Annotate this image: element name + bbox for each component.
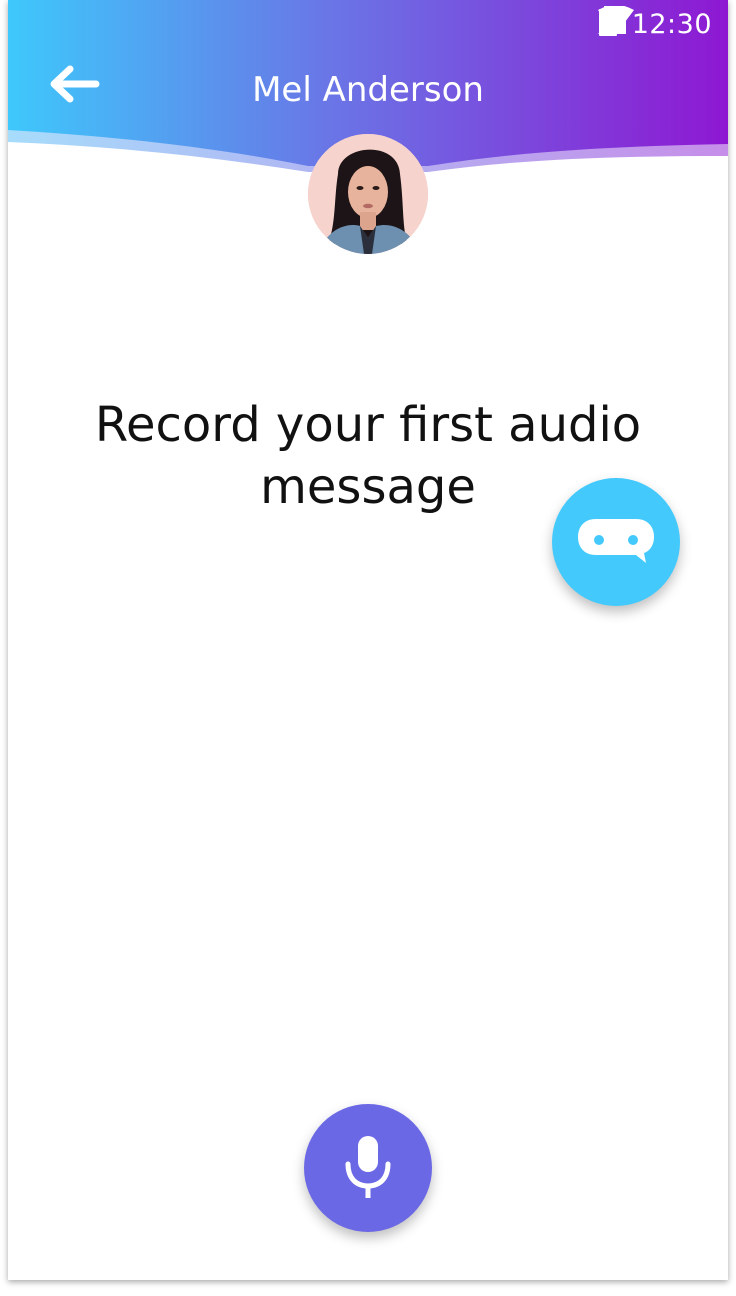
contact-name: Mel Anderson xyxy=(252,70,484,110)
avatar[interactable] xyxy=(308,134,428,254)
status-bar: 12:30 xyxy=(8,0,728,48)
microphone-icon xyxy=(342,1134,394,1202)
avatar-photo xyxy=(308,134,428,254)
prompt-line-1: Record your first audio xyxy=(94,397,642,453)
phone-screen: 12:30 Mel Anderson Record your first aud… xyxy=(8,0,728,1280)
chat-bot-icon xyxy=(576,517,656,567)
chat-bot-button[interactable] xyxy=(552,478,680,606)
record-button[interactable] xyxy=(304,1104,432,1232)
status-time: 12:30 xyxy=(631,8,712,40)
